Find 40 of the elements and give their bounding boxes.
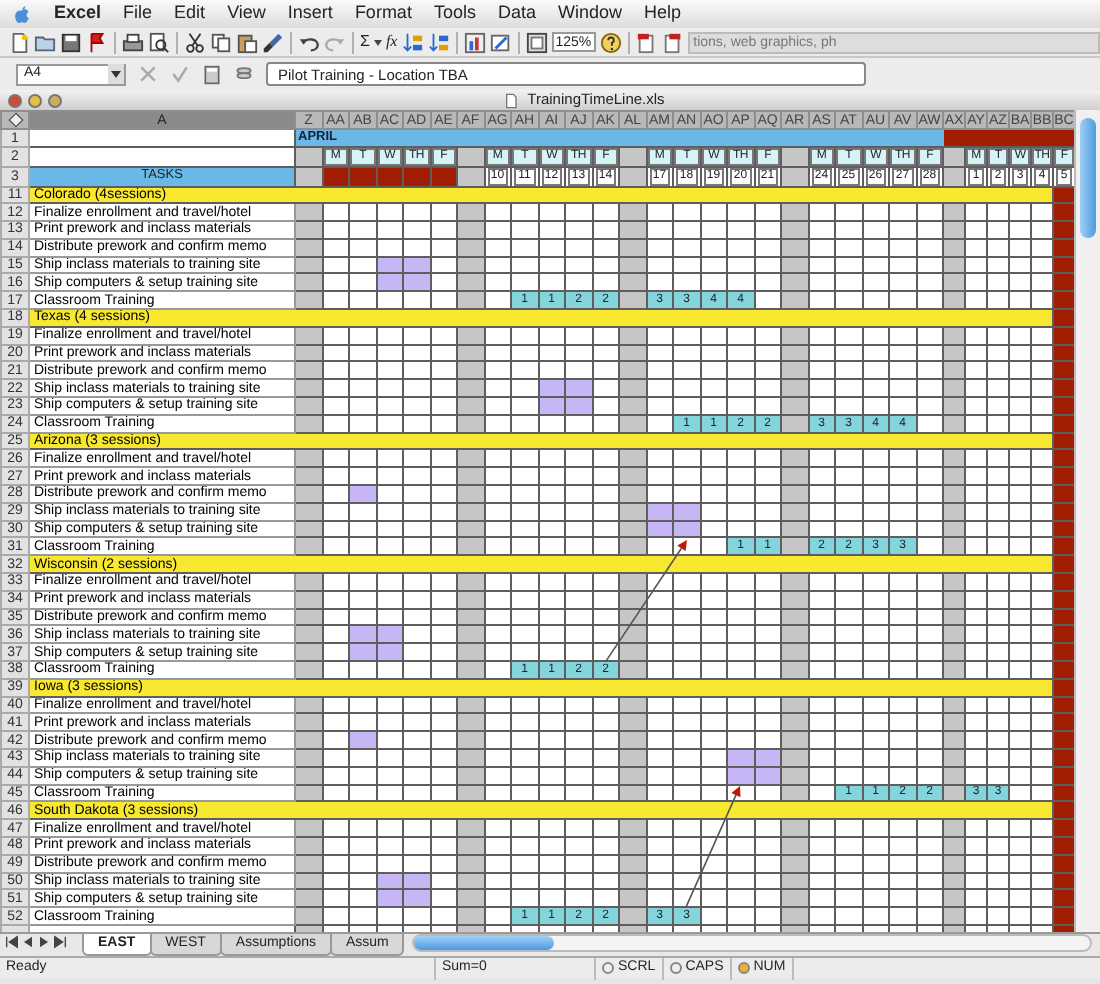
scroll-thumb[interactable] [1080,118,1096,238]
help-icon[interactable] [599,31,622,53]
stack-icon[interactable] [234,64,254,84]
function-button[interactable]: fx [385,30,398,54]
print-icon[interactable] [122,31,144,53]
flag-icon[interactable] [86,31,108,53]
check-icon[interactable] [170,64,190,84]
horizontal-scrollbar[interactable] [412,934,1092,952]
menu-item[interactable]: Excel [54,0,102,28]
sort-descending-icon[interactable] [427,31,450,53]
document-icon [503,91,520,109]
calculator-icon[interactable] [202,63,222,85]
caret-icon[interactable] [373,37,382,47]
menu-item[interactable]: Edit [174,0,206,28]
sum-button[interactable]: Σ [360,30,370,54]
menu-item[interactable]: Insert [287,0,333,28]
menu-item[interactable]: Help [644,0,682,28]
menu-item[interactable]: Tools [433,0,476,28]
menu-item[interactable]: File [123,0,153,28]
toolbox-icon[interactable] [525,31,548,53]
scissors-icon[interactable] [184,31,206,53]
save-icon[interactable] [60,31,82,53]
menu-item[interactable]: Data [497,0,536,28]
menu-item[interactable]: Format [354,0,412,28]
document-icon[interactable] [635,31,658,53]
chart-icon[interactable] [463,31,486,53]
document-icon[interactable] [661,31,684,53]
copy-icon[interactable] [210,31,232,53]
sort-ascending-icon[interactable] [401,31,424,53]
print-preview-icon[interactable] [148,31,170,53]
paste-icon[interactable] [236,31,258,53]
new-document-icon[interactable] [8,31,30,53]
first-sheet-icon[interactable] [4,934,20,950]
menu-item[interactable]: Window [557,0,622,28]
drawing-icon[interactable] [489,31,512,53]
dropdown-icon[interactable] [108,64,124,84]
brush-icon[interactable] [262,31,284,53]
menu-item[interactable]: View [227,0,266,28]
last-sheet-icon[interactable] [52,934,68,950]
apple-icon[interactable] [12,3,32,25]
